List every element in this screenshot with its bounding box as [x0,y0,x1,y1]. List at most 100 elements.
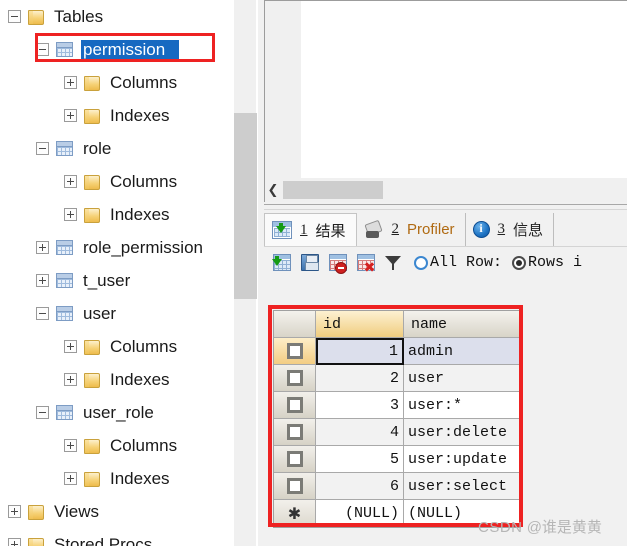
tree-item-indexes[interactable]: Indexes [0,462,232,495]
tree-item-views[interactable]: Views [0,495,232,528]
grid-cell-id[interactable]: 1 [316,338,404,365]
result-tab-strip[interactable]: 1 结果 2 Profiler 3 信息 [264,213,627,246]
grid-row[interactable]: 4 user:delete [274,419,520,446]
grid-cell-id[interactable]: (NULL) [316,500,404,527]
grid-row-selector[interactable] [274,365,316,392]
tab-info[interactable]: 3 信息 [465,213,555,246]
editor-horizontal-scrollbar[interactable]: ❮ [264,178,627,202]
tree-item-user[interactable]: user [0,297,232,330]
scroll-left-icon[interactable]: ❮ [265,178,281,202]
tree-item-stored-procs[interactable]: Stored Procs [0,528,232,546]
grid-row[interactable]: 1 admin [274,338,520,365]
grid-row-selector[interactable] [274,446,316,473]
collapse-minus-icon[interactable] [36,307,49,320]
row-select-checkbox-icon[interactable] [286,370,303,386]
load-grid-button[interactable] [270,253,292,273]
collapse-minus-icon[interactable] [36,406,49,419]
green-right-arrow-icon [272,255,282,266]
tree-item-role-permission[interactable]: role_permission [0,231,232,264]
tree-item-columns[interactable]: Columns [0,165,232,198]
grid-cell-id[interactable]: 5 [316,446,404,473]
expand-plus-icon[interactable] [8,505,21,518]
editor-hscrollbar-thumb[interactable] [283,181,383,199]
expand-plus-icon[interactable] [36,241,49,254]
collapse-minus-icon[interactable] [36,142,49,155]
grid-cell-id[interactable]: 6 [316,473,404,500]
sql-editor-area[interactable] [264,0,627,178]
grid-row-selector[interactable] [274,338,316,365]
expand-plus-icon[interactable] [64,175,77,188]
grid-cell-id[interactable]: 3 [316,392,404,419]
result-data-grid[interactable]: id name 1 admin 2 user 3 user:* 4 user:delete 5 use… [273,310,521,528]
row-select-checkbox-icon[interactable] [286,424,303,440]
radio-rows-i[interactable]: Rows i [512,254,582,271]
filter-button[interactable] [382,253,404,273]
grid-row-selector[interactable] [274,473,316,500]
tab-label: 结果 [315,222,346,240]
tree-item-label: user_role [83,402,154,422]
grid-cell-id[interactable]: 2 [316,365,404,392]
delete-rows-button[interactable] [326,253,348,274]
grid-column-header-id[interactable]: id [316,311,404,338]
grid-row[interactable]: 5 user:update [274,446,520,473]
radio-all-row-[interactable]: All Row: [414,254,502,271]
tree-item-indexes[interactable]: Indexes [0,99,232,132]
grid-row[interactable]: 6 user:select [274,473,520,500]
collapse-minus-icon[interactable] [36,43,49,56]
grid-row-selector[interactable] [274,392,316,419]
radio-button[interactable] [414,255,428,270]
collapse-minus-icon[interactable] [8,10,21,23]
tree-item-permission[interactable]: permission [0,33,232,66]
object-tree-panel[interactable]: Tables permission Columns Indexes role Column… [0,0,232,546]
tree-item-columns[interactable]: Columns [0,330,232,363]
grid-cell-id[interactable]: 4 [316,419,404,446]
tree-item-columns[interactable]: Columns [0,429,232,462]
tab-results[interactable]: 1 结果 [264,213,357,246]
tree-item-indexes[interactable]: Indexes [0,198,232,231]
save-button[interactable] [298,253,320,273]
folder-icon [84,339,100,355]
tree-item-indexes[interactable]: Indexes [0,363,232,396]
tree-vertical-scrollbar[interactable] [233,0,257,546]
panel-splitter[interactable] [264,204,627,210]
radio-button[interactable] [512,255,527,270]
tree-item-user-role[interactable]: user_role [0,396,232,429]
row-select-checkbox-icon[interactable] [286,451,303,467]
tree-item-label: Columns [110,435,178,455]
tree-item-columns[interactable]: Columns [0,66,232,99]
tree-item-tables[interactable]: Tables [0,0,232,33]
grid-row-selector[interactable] [274,419,316,446]
expand-plus-icon[interactable] [64,208,77,221]
expand-plus-icon[interactable] [64,76,77,89]
profiler-icon [364,221,384,239]
grid-cell-name[interactable]: user:update [404,446,520,473]
tab-profiler[interactable]: 2 Profiler [356,213,466,246]
tree-item-role[interactable]: role [0,132,232,165]
row-select-checkbox-icon[interactable] [286,478,303,494]
grid-column-header-name[interactable]: name [404,311,520,338]
grid-cell-name[interactable]: admin [404,338,520,365]
tree-item-label: user [83,303,117,323]
tree-scrollbar-thumb[interactable] [234,113,257,299]
tree-item-label: Views [54,501,100,521]
grid-row[interactable]: 3 user:* [274,392,520,419]
expand-plus-icon[interactable] [36,274,49,287]
expand-plus-icon[interactable] [64,109,77,122]
grid-row[interactable]: 2 user [274,365,520,392]
grid-cell-name[interactable]: user:delete [404,419,520,446]
expand-plus-icon[interactable] [64,373,77,386]
grid-cell-name[interactable]: user:* [404,392,520,419]
expand-plus-icon[interactable] [64,439,77,452]
grid-corner-cell[interactable] [274,311,316,338]
row-select-checkbox-icon[interactable] [286,343,303,359]
row-select-checkbox-icon[interactable] [286,397,303,413]
discard-button[interactable]: ✖ [354,253,376,275]
tree-item-t-user[interactable]: t_user [0,264,232,297]
expand-plus-icon[interactable] [64,472,77,485]
grid-cell-name[interactable]: user [404,365,520,392]
expand-plus-icon[interactable] [8,538,21,546]
grid-new-row-marker[interactable]: ✱ [274,500,316,527]
data-grid-toolbar[interactable]: ✖ All Row: Rows i [264,246,627,278]
grid-cell-name[interactable]: user:select [404,473,520,500]
expand-plus-icon[interactable] [64,340,77,353]
